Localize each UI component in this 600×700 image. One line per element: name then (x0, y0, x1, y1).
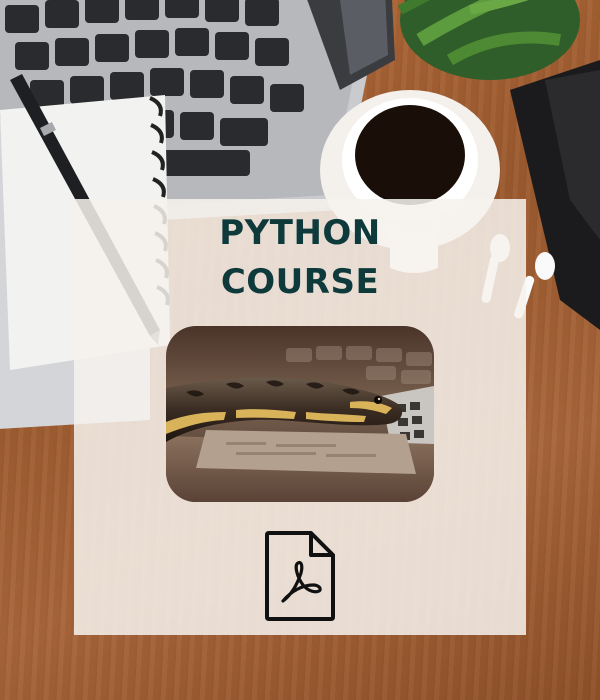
python-snake-photo (166, 326, 434, 502)
page: PYTHON COURSE (0, 0, 600, 700)
course-card: PYTHON COURSE (74, 199, 526, 635)
card-title-line-1: PYTHON (219, 213, 381, 253)
potted-plant (397, 0, 580, 80)
pdf-file-icon[interactable] (263, 529, 337, 623)
card-title-line-2: COURSE (220, 262, 380, 302)
snake-image (166, 326, 434, 502)
